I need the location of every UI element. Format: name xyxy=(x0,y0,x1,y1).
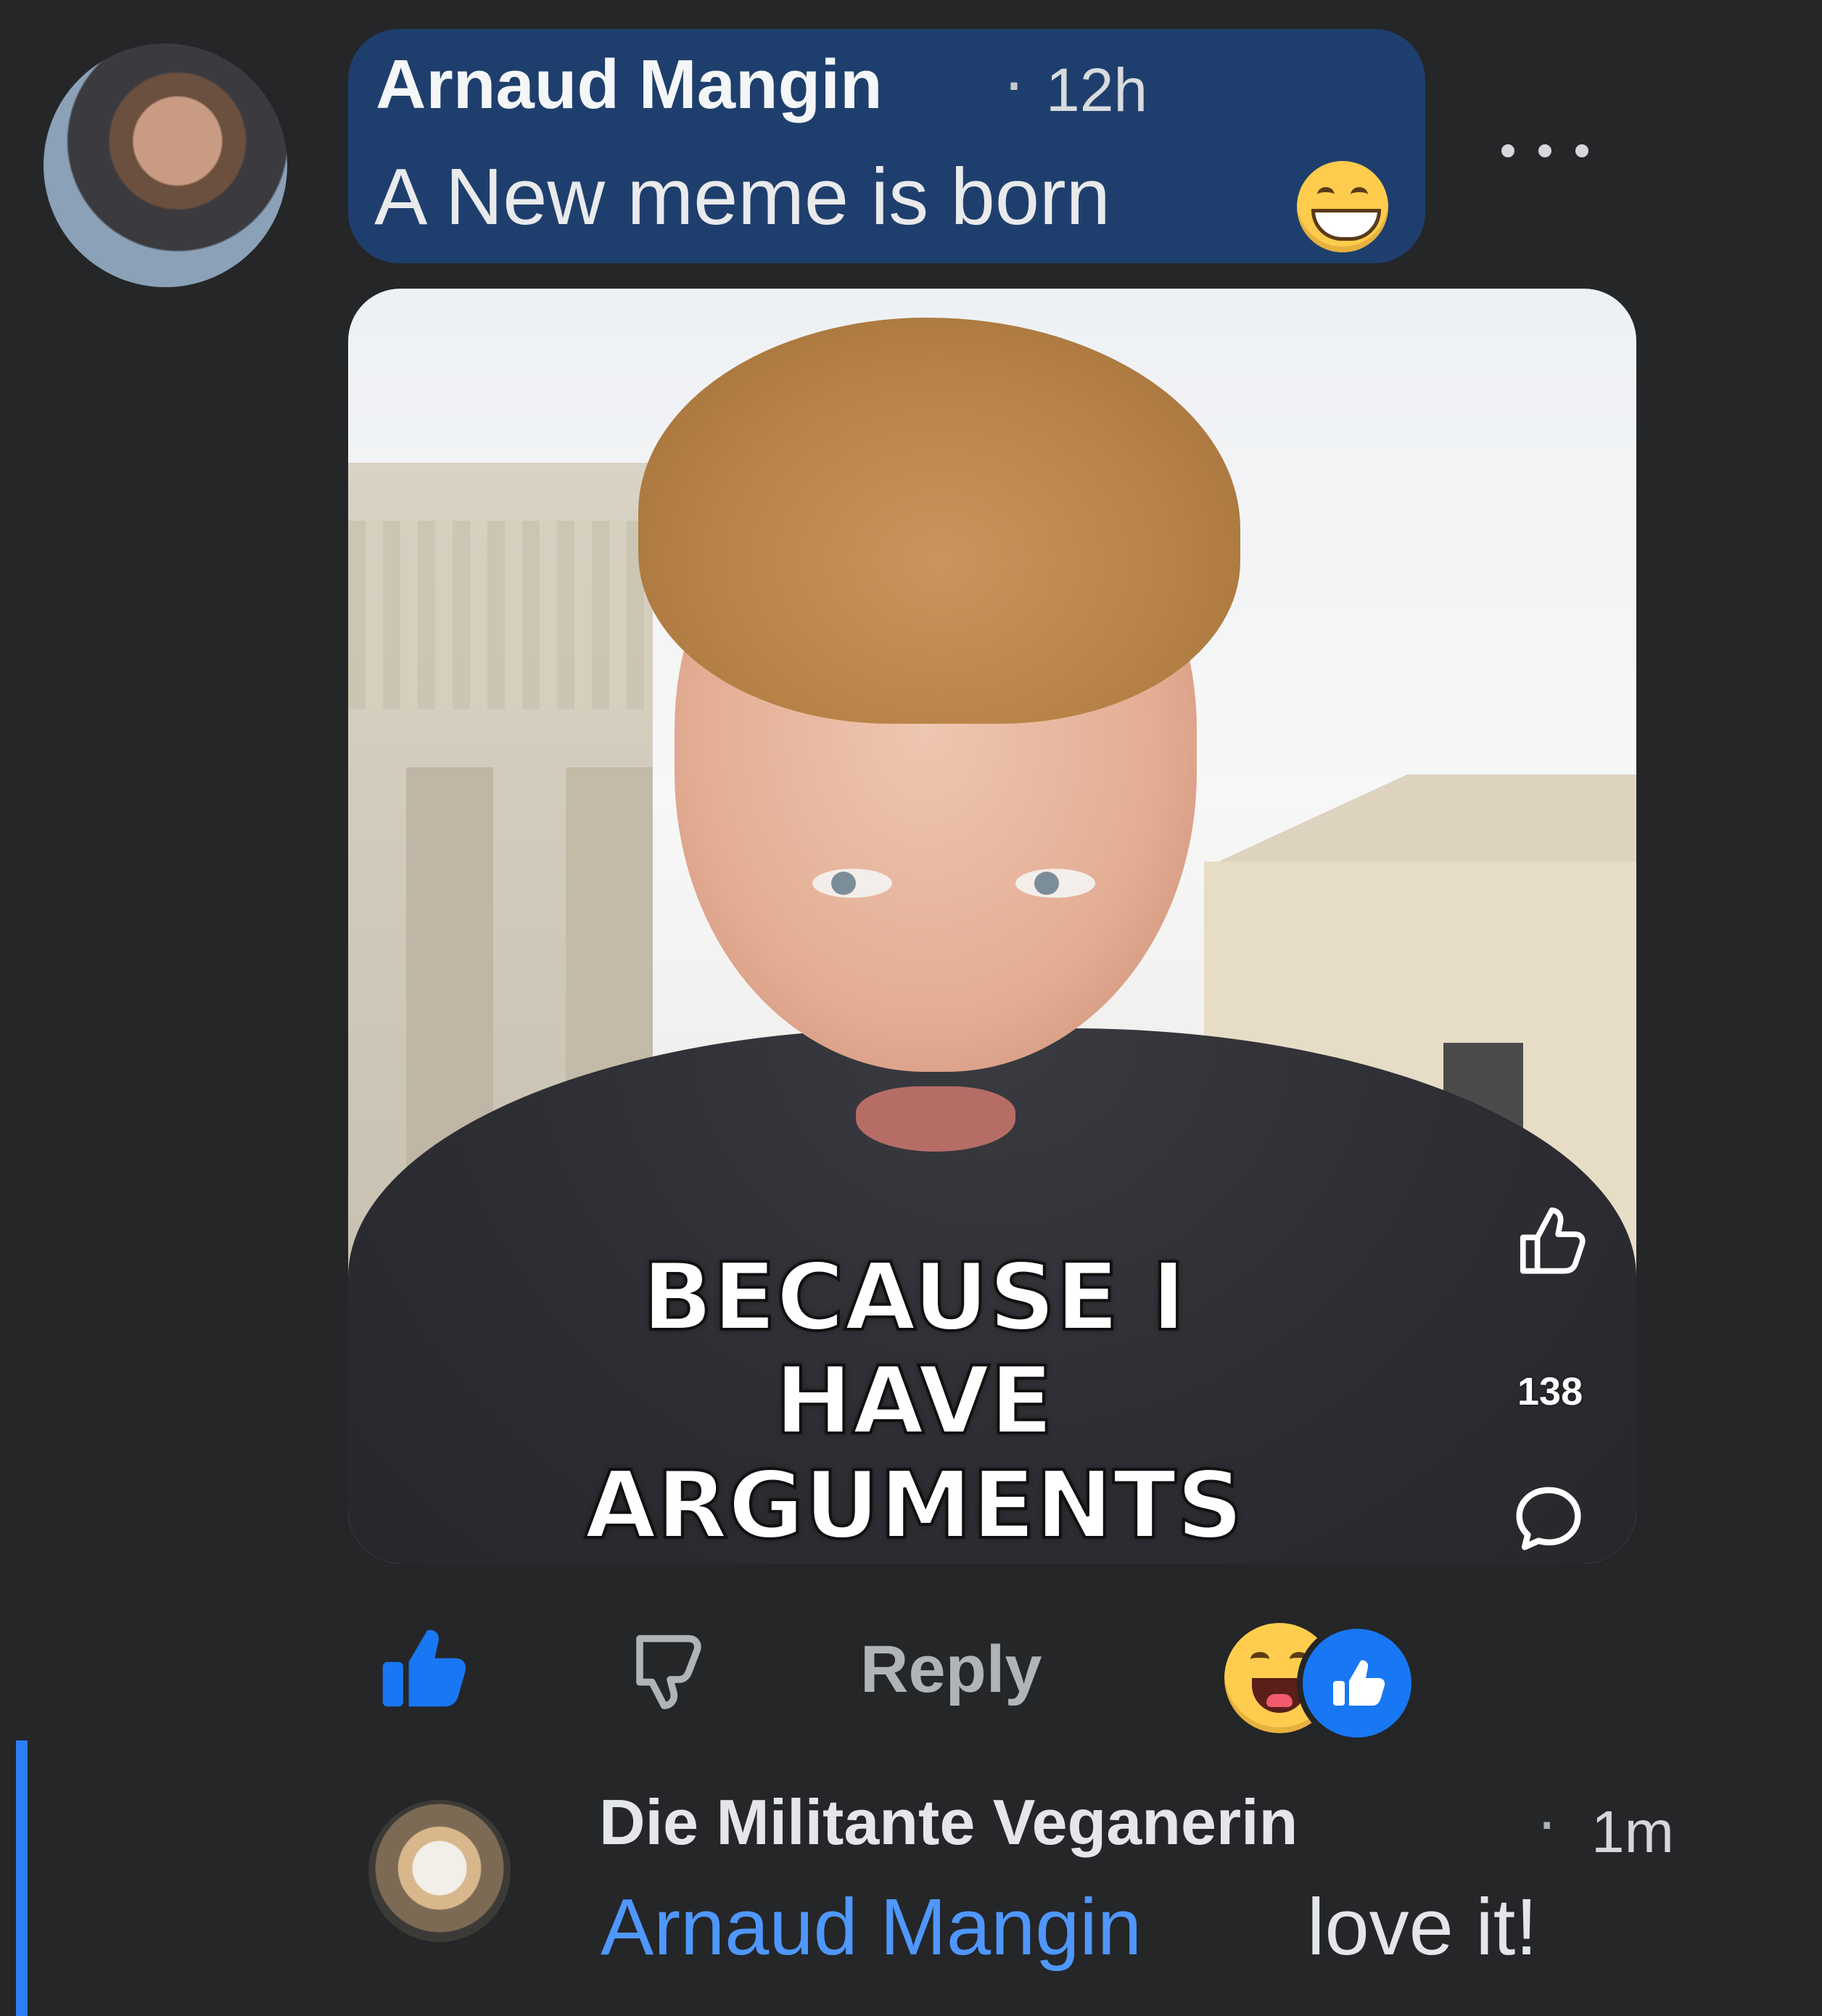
comment-text: A New meme is born xyxy=(374,152,1110,241)
reply-author-name[interactable]: Die Militante Veganerin xyxy=(599,1785,1298,1859)
emoji-mouth xyxy=(1311,209,1381,241)
reply-separator: · xyxy=(1536,1785,1558,1856)
comment-icon[interactable] xyxy=(1510,1479,1587,1556)
left-eye xyxy=(812,869,892,898)
meme-like-icon[interactable] xyxy=(1509,1202,1588,1282)
meme-caption: BECAUSE I HAVE ARGUMENTS xyxy=(435,1244,1393,1560)
hair xyxy=(638,318,1240,724)
more-icon xyxy=(1538,144,1551,157)
grinning-face-emoji-icon xyxy=(1297,161,1388,252)
like-reaction-icon[interactable] xyxy=(1297,1623,1417,1743)
comment-separator: · xyxy=(1002,43,1026,120)
reply-button[interactable]: Reply xyxy=(860,1632,1042,1708)
reply-mention-link[interactable]: Arnaud Mangin xyxy=(601,1881,1142,1973)
comment-timestamp[interactable]: 12h xyxy=(1046,55,1147,125)
right-eye xyxy=(1015,869,1095,898)
reply-timestamp[interactable]: 1m xyxy=(1591,1798,1674,1867)
more-options-button[interactable] xyxy=(1501,142,1588,160)
meme-caption-line-2: HAVE ARGUMENTS xyxy=(583,1347,1245,1560)
reply-thread-line xyxy=(16,1740,28,2016)
meme-caption-line-1: BECAUSE I xyxy=(640,1244,1187,1352)
more-icon xyxy=(1575,144,1588,157)
like-icon[interactable] xyxy=(377,1623,470,1716)
reply-text: love it! xyxy=(1307,1883,1538,1972)
comment-thread: Arnaud Mangin · 12h A New meme is born B… xyxy=(0,0,1822,2016)
reply-author-avatar[interactable] xyxy=(368,1800,511,1942)
more-icon xyxy=(1501,144,1514,157)
meme-like-count: 138 xyxy=(1517,1370,1583,1413)
author-avatar[interactable] xyxy=(44,44,287,287)
mouth xyxy=(856,1086,1015,1152)
comment-author-name[interactable]: Arnaud Mangin xyxy=(376,45,883,125)
meme-image[interactable]: BECAUSE I HAVE ARGUMENTS 138 xyxy=(348,289,1636,1563)
dislike-icon[interactable] xyxy=(622,1623,709,1710)
